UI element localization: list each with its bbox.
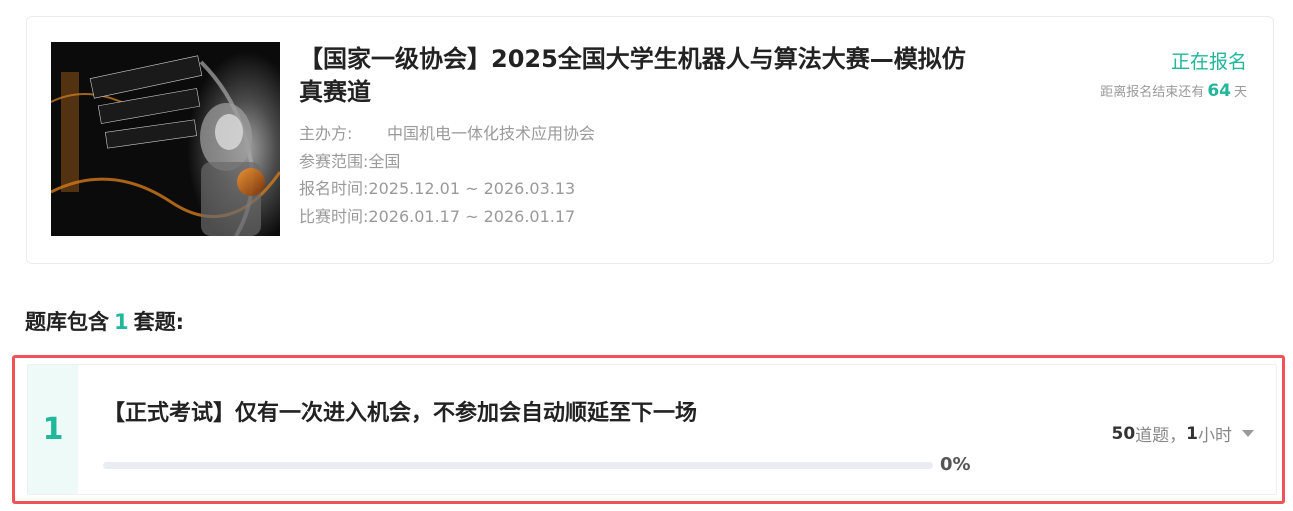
competition-title[interactable]: 【国家一级协会】2025全国大学生机器人与算法大赛—模拟仿真赛道: [299, 43, 979, 109]
heading-prefix: 题库包含: [25, 310, 109, 334]
organizer-row: 主办方: 中国机电一体化技术应用协会: [299, 120, 595, 148]
competition-meta: 主办方: 中国机电一体化技术应用协会 参赛范围: 全国 报名时间: 2025.1…: [299, 120, 595, 230]
scope-value: 全国: [368, 151, 401, 171]
exam-progress-bar: [103, 462, 933, 469]
countdown-days: 64: [1207, 81, 1231, 101]
signup-time-label: 报名时间:: [299, 179, 369, 198]
countdown-suffix: 天: [1233, 85, 1247, 100]
exam-set-item[interactable]: 1 【正式考试】仅有一次进入机会，不参加会自动顺延至下一场 0% 50 道题， …: [27, 364, 1277, 495]
question-unit: 道题，: [1135, 426, 1187, 446]
exam-set-title[interactable]: 【正式考试】仅有一次进入机会，不参加会自动顺延至下一场: [103, 395, 697, 427]
contest-time-row: 比赛时间: 2026.01.17 ~ 2026.01.17: [299, 203, 595, 231]
duration-unit: 小时: [1198, 426, 1232, 446]
exam-progress-text: 0%: [940, 454, 971, 475]
signup-countdown: 距离报名结束还有 64 天: [1100, 81, 1247, 101]
signup-time-value: 2025.12.01 ~ 2026.03.13: [368, 179, 576, 198]
competition-banner-image[interactable]: [51, 42, 280, 236]
question-bank-heading: 题库包含 1 套题:: [25, 306, 184, 336]
duration-value: 1: [1186, 423, 1198, 444]
contest-time-value: 2026.01.17 ~ 2026.01.17: [368, 206, 576, 226]
scope-row: 参赛范围: 全国: [299, 148, 595, 176]
countdown-prefix: 距离报名结束还有: [1100, 85, 1205, 100]
exam-set-highlight: 1 【正式考试】仅有一次进入机会，不参加会自动顺延至下一场 0% 50 道题， …: [12, 355, 1285, 504]
organizer-value: 中国机电一体化技术应用协会: [387, 124, 596, 143]
competition-card[interactable]: 【国家一级协会】2025全国大学生机器人与算法大赛—模拟仿真赛道 主办方: 中国…: [26, 16, 1274, 264]
scope-label: 参赛范围:: [299, 151, 369, 171]
signup-time-row: 报名时间: 2025.12.01 ~ 2026.03.13: [299, 175, 595, 203]
exam-set-index: 1: [28, 365, 78, 494]
caret-down-icon[interactable]: [1242, 430, 1254, 437]
question-set-count: 1: [114, 310, 129, 334]
question-count: 50: [1111, 423, 1136, 444]
heading-suffix: 套题:: [133, 310, 185, 334]
exam-set-info[interactable]: 50 道题， 1 小时: [1111, 421, 1254, 446]
signup-status: 正在报名: [1170, 51, 1247, 73]
robot-poster-graphic: [51, 42, 280, 236]
organizer-label: 主办方:: [299, 124, 353, 143]
contest-time-label: 比赛时间:: [299, 206, 369, 226]
